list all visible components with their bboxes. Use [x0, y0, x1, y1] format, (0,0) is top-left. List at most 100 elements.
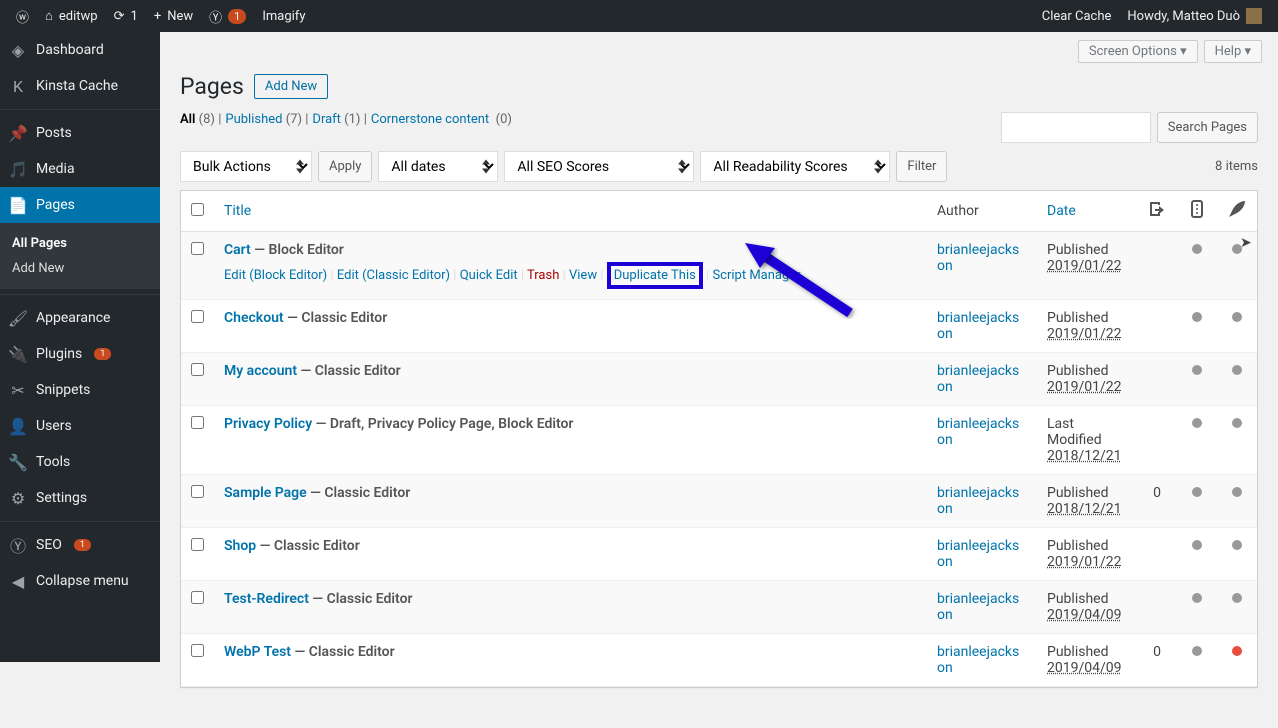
- home-icon: ⌂: [45, 8, 53, 24]
- search-input[interactable]: [1001, 112, 1151, 143]
- row-checkbox[interactable]: [191, 242, 204, 255]
- action-script-manager[interactable]: Script Manager: [712, 268, 800, 283]
- author-link[interactable]: brianleejackson: [937, 485, 1019, 517]
- pin-icon: 📌: [8, 123, 28, 143]
- row-checkbox[interactable]: [191, 310, 204, 323]
- submenu-all-pages[interactable]: All Pages: [0, 231, 160, 256]
- menu-snippets[interactable]: ✂Snippets: [0, 372, 160, 408]
- post-state: — Block Editor: [254, 242, 344, 258]
- author-link[interactable]: brianleejackson: [937, 538, 1019, 570]
- row-title-link[interactable]: Sample Page: [224, 485, 307, 501]
- seo-score-select[interactable]: All SEO Scores: [504, 151, 694, 182]
- apply-button[interactable]: Apply: [318, 151, 372, 182]
- admin-toolbar: ⓦ ⌂editwp ⟳1 +New Ⓨ1 Imagify Clear Cache…: [0, 0, 1278, 32]
- action-edit-classic[interactable]: Edit (Classic Editor): [337, 268, 450, 283]
- author-link[interactable]: brianleejackson: [937, 363, 1019, 395]
- menu-settings[interactable]: ⚙Settings: [0, 480, 160, 516]
- submenu-add-new[interactable]: Add New: [0, 256, 160, 281]
- refresh-icon: ⟳: [114, 9, 125, 24]
- action-quick-edit[interactable]: Quick Edit: [460, 268, 518, 283]
- row-checkbox[interactable]: [191, 538, 204, 551]
- site-link[interactable]: ⌂editwp: [37, 0, 106, 32]
- updates-link[interactable]: ⟳1: [106, 0, 146, 32]
- menu-pages[interactable]: 📄Pages: [0, 187, 160, 223]
- action-duplicate[interactable]: Duplicate This: [614, 268, 696, 283]
- row-title-link[interactable]: Test-Redirect: [224, 591, 309, 607]
- menu-dashboard[interactable]: ◈Dashboard: [0, 32, 160, 68]
- menu-plugins[interactable]: 🔌Plugins1: [0, 336, 160, 372]
- menu-media[interactable]: 🎵Media: [0, 151, 160, 187]
- menu-users[interactable]: 👤Users: [0, 408, 160, 444]
- wp-logo[interactable]: ⓦ: [8, 0, 37, 32]
- status-filters: All (8) | Published (7) | Draft (1) | Co…: [180, 112, 512, 127]
- comments-cell: [1137, 232, 1177, 300]
- seo-dot-icon: [1192, 365, 1202, 375]
- author-link[interactable]: brianleejackson: [937, 242, 1019, 274]
- item-count: 8 items: [1215, 159, 1258, 174]
- new-link[interactable]: +New: [146, 0, 201, 32]
- account-link[interactable]: Howdy, Matteo Duò: [1119, 0, 1270, 32]
- search-button[interactable]: Search Pages: [1157, 112, 1258, 143]
- filter-all[interactable]: All: [180, 112, 195, 127]
- table-row: WebP Test — Classic Editor brianleejacks…: [181, 634, 1257, 687]
- help-button[interactable]: Help ▾: [1204, 40, 1262, 63]
- select-all-checkbox[interactable]: [191, 203, 204, 216]
- filter-published[interactable]: Published: [225, 112, 282, 127]
- author-link[interactable]: brianleejackson: [937, 591, 1019, 623]
- wordpress-icon: ⓦ: [16, 7, 29, 26]
- menu-appearance[interactable]: 🖌Appearance: [0, 300, 160, 336]
- row-checkbox[interactable]: [191, 644, 204, 657]
- scissors-icon: ✂: [8, 380, 28, 400]
- submenu-pages: All Pages Add New: [0, 223, 160, 289]
- comments-cell: [1137, 353, 1177, 406]
- pages-table: Title Author Date Cart — Block Editor Ed…: [180, 190, 1258, 688]
- seo-dot-icon: [1192, 540, 1202, 550]
- date-cell: Published2019/01/22: [1037, 353, 1137, 406]
- menu-posts[interactable]: 📌Posts: [0, 115, 160, 151]
- author-link[interactable]: brianleejackson: [937, 310, 1019, 342]
- row-title-link[interactable]: Checkout: [224, 310, 284, 326]
- collapse-icon: ◀: [8, 571, 28, 591]
- col-title[interactable]: Title: [224, 203, 251, 219]
- bulk-actions-select[interactable]: Bulk Actions: [180, 151, 312, 182]
- yoast-link[interactable]: Ⓨ1: [201, 0, 254, 32]
- screen-options-button[interactable]: Screen Options ▾: [1078, 40, 1198, 63]
- filter-button[interactable]: Filter: [896, 151, 947, 182]
- seo-dot-icon: [1192, 646, 1202, 656]
- action-trash[interactable]: Trash: [527, 268, 559, 283]
- readability-dot-icon: [1232, 593, 1242, 603]
- row-title-link[interactable]: My account: [224, 363, 297, 379]
- row-title-link[interactable]: Cart: [224, 242, 251, 258]
- export-icon: [1147, 199, 1167, 219]
- author-link[interactable]: brianleejackson: [937, 644, 1019, 676]
- action-edit-block[interactable]: Edit (Block Editor): [224, 268, 327, 283]
- cursor-icon: ➤: [1240, 235, 1252, 251]
- seo-dot-icon: [1192, 487, 1202, 497]
- seo-dot-icon: [1192, 593, 1202, 603]
- seo-dot-icon: [1192, 418, 1202, 428]
- row-title-link[interactable]: Shop: [224, 538, 256, 554]
- row-checkbox[interactable]: [191, 363, 204, 376]
- menu-collapse[interactable]: ◀Collapse menu: [0, 563, 160, 599]
- menu-tools[interactable]: 🔧Tools: [0, 444, 160, 480]
- readability-select[interactable]: All Readability Scores: [700, 151, 890, 182]
- feather-icon: [1227, 199, 1247, 219]
- row-title-link[interactable]: WebP Test: [224, 644, 291, 660]
- row-title-link[interactable]: Privacy Policy: [224, 416, 312, 432]
- add-new-button[interactable]: Add New: [254, 74, 328, 99]
- menu-seo[interactable]: ⓎSEO1: [0, 527, 160, 563]
- row-checkbox[interactable]: [191, 416, 204, 429]
- author-link[interactable]: brianleejackson: [937, 416, 1019, 448]
- filter-draft[interactable]: Draft: [312, 112, 341, 127]
- row-checkbox[interactable]: [191, 485, 204, 498]
- filter-cornerstone[interactable]: Cornerstone content: [371, 112, 489, 127]
- imagify-link[interactable]: Imagify: [254, 0, 313, 32]
- row-checkbox[interactable]: [191, 591, 204, 604]
- col-date[interactable]: Date: [1047, 203, 1076, 219]
- clear-cache-link[interactable]: Clear Cache: [1034, 0, 1120, 32]
- action-view[interactable]: View: [569, 268, 597, 283]
- menu-kinsta[interactable]: KKinsta Cache: [0, 68, 160, 104]
- date-cell: Published2019/01/22: [1037, 300, 1137, 353]
- table-row: Sample Page — Classic Editor brianleejac…: [181, 475, 1257, 528]
- dates-select[interactable]: All dates: [378, 151, 498, 182]
